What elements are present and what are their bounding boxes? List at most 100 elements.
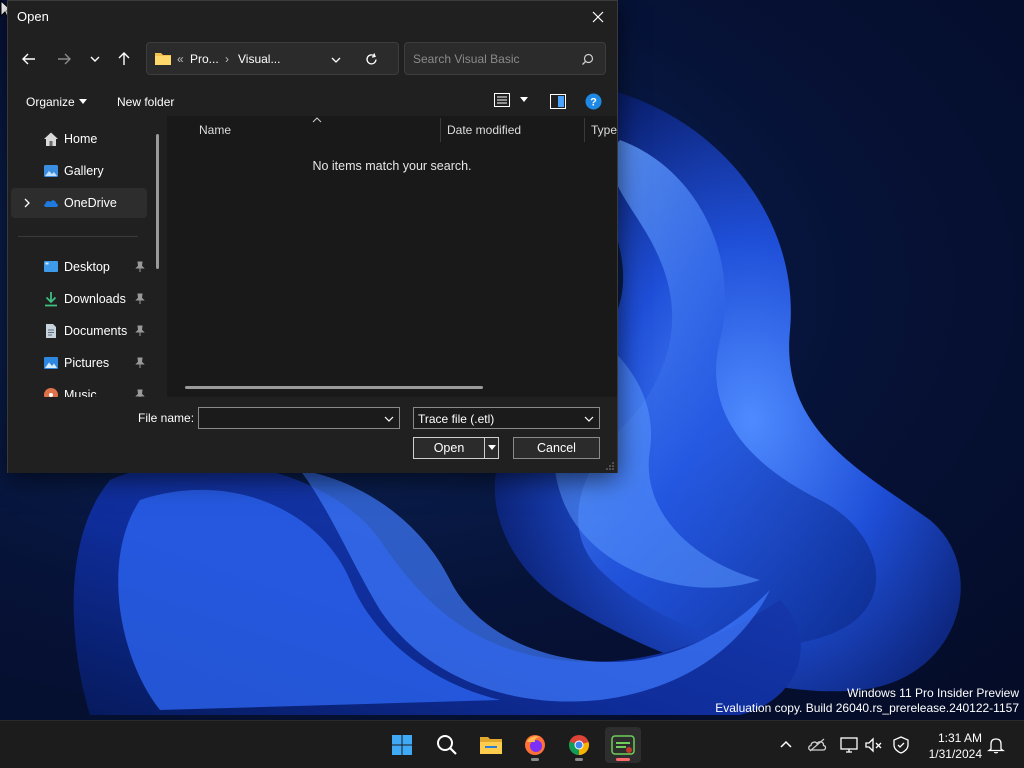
organize-menu[interactable]: Organize [26, 88, 90, 116]
cancel-button[interactable]: Cancel [513, 437, 600, 459]
chevron-down-icon [584, 416, 594, 422]
breadcrumb-item-2[interactable]: Visual... [238, 52, 280, 66]
new-folder-button[interactable]: New folder [117, 95, 174, 109]
file-list-scrollbar[interactable] [185, 386, 483, 389]
column-header-name[interactable]: Name [199, 123, 231, 137]
recent-locations-button[interactable] [82, 46, 108, 72]
nav-item-label: OneDrive [64, 196, 117, 210]
start-button[interactable] [384, 727, 420, 763]
pin-icon[interactable] [134, 389, 146, 397]
nav-divider [18, 236, 138, 237]
nav-item-label: Music [64, 388, 97, 397]
open-button[interactable]: Open [413, 437, 499, 459]
column-header-type[interactable]: Type [591, 123, 617, 137]
open-button-label: Open [433, 441, 465, 455]
nav-item-label: Home [64, 132, 98, 146]
search-button[interactable] [429, 727, 465, 763]
chrome-button[interactable] [561, 727, 597, 763]
arrow-right-icon [58, 53, 71, 65]
nav-item-gallery[interactable]: Gallery [11, 156, 147, 186]
forward-button[interactable] [51, 46, 77, 72]
volume-muted-icon[interactable] [864, 735, 884, 755]
close-icon [592, 11, 604, 23]
pin-icon[interactable] [134, 293, 146, 305]
onedrive-icon [44, 200, 58, 207]
nav-item-label: Desktop [64, 260, 110, 274]
column-divider[interactable] [584, 118, 585, 142]
file-explorer-button[interactable] [473, 727, 509, 763]
navigation-row: « Pro... › Visual... [8, 42, 617, 76]
nav-item-label: Pictures [64, 356, 110, 370]
nav-item-home[interactable]: Home [11, 124, 147, 154]
notification-bell-icon[interactable] [986, 735, 1006, 755]
close-button[interactable] [587, 6, 609, 28]
nav-item-label: Documents [64, 324, 128, 338]
running-indicator [531, 758, 539, 761]
nav-item-documents[interactable]: Documents [11, 316, 147, 346]
windows-logo-icon [392, 735, 412, 755]
chevron-down-icon [90, 56, 100, 62]
up-button[interactable] [111, 46, 137, 72]
chevron-down-icon[interactable] [384, 414, 394, 424]
column-divider[interactable] [440, 118, 441, 142]
pin-icon[interactable] [134, 325, 146, 337]
search-input[interactable] [413, 50, 573, 68]
search-icon [437, 735, 457, 755]
nav-item-label: Downloads [64, 292, 126, 306]
firefox-button[interactable] [517, 727, 553, 763]
watermark-line2: Evaluation copy. Build 26040.rs_prerelea… [715, 701, 1019, 715]
nav-item-music[interactable]: Music [11, 380, 147, 397]
dialog-titlebar[interactable]: Open [8, 1, 617, 33]
file-list: Name Date modified Type No items match y… [167, 116, 617, 397]
back-button[interactable] [16, 46, 42, 72]
onedrive-cloud-icon[interactable] [807, 735, 827, 755]
home-icon [44, 132, 58, 146]
active-app-button[interactable] [605, 727, 641, 763]
caret-down-icon [520, 97, 528, 102]
column-header-date-modified[interactable]: Date modified [447, 123, 521, 137]
help-icon[interactable]: ? [585, 93, 602, 110]
command-bar: Organize New folder ? [8, 88, 617, 116]
svg-text:?: ? [590, 97, 597, 109]
music-icon [44, 388, 58, 397]
open-split-dropdown[interactable] [484, 438, 498, 458]
chrome-icon [568, 735, 589, 756]
dialog-title: Open [17, 9, 49, 24]
chevron-up-icon[interactable] [776, 735, 796, 755]
nav-pane-scrollbar[interactable] [156, 134, 159, 269]
search-icon[interactable] [581, 53, 594, 66]
pin-icon[interactable] [134, 261, 146, 273]
open-file-dialog: Open « Pro... › Visual... Search Visual … [7, 0, 618, 473]
arrow-up-icon [118, 52, 130, 65]
desktop-icon [44, 261, 58, 272]
address-bar[interactable]: « Pro... › Visual... [146, 42, 399, 75]
system-clock[interactable]: 1:31 AM 1/31/2024 [929, 730, 982, 762]
nav-item-downloads[interactable]: Downloads [11, 284, 147, 314]
search-box[interactable] [404, 42, 606, 75]
running-indicator [575, 758, 583, 761]
file-type-select[interactable]: Trace file (.etl) [413, 407, 600, 429]
downloads-icon [45, 292, 57, 307]
security-icon[interactable] [891, 735, 911, 755]
preview-pane-icon[interactable] [550, 94, 566, 109]
network-icon[interactable] [839, 735, 859, 755]
taskbar: 1:31 AM 1/31/2024 [0, 720, 1024, 768]
app-icon [611, 735, 635, 755]
firefox-icon [525, 735, 545, 755]
folder-icon [155, 53, 171, 65]
organize-label: Organize [26, 95, 75, 109]
refresh-icon[interactable] [364, 52, 379, 67]
file-name-combobox[interactable] [198, 407, 400, 429]
pin-icon[interactable] [134, 357, 146, 369]
nav-item-desktop[interactable]: Desktop [11, 252, 147, 282]
chevron-down-icon[interactable] [330, 54, 342, 66]
nav-item-onedrive[interactable]: OneDrive [11, 188, 147, 218]
sort-ascending-icon [312, 117, 322, 123]
nav-item-pictures[interactable]: Pictures [11, 348, 147, 378]
pictures-icon [44, 357, 58, 369]
breadcrumb-item-1[interactable]: Pro... [190, 52, 219, 66]
resize-grip-icon[interactable] [605, 461, 615, 471]
chevron-right-icon[interactable] [23, 198, 31, 208]
breadcrumb-overflow[interactable]: « [177, 52, 184, 66]
view-options-button[interactable] [494, 93, 530, 111]
